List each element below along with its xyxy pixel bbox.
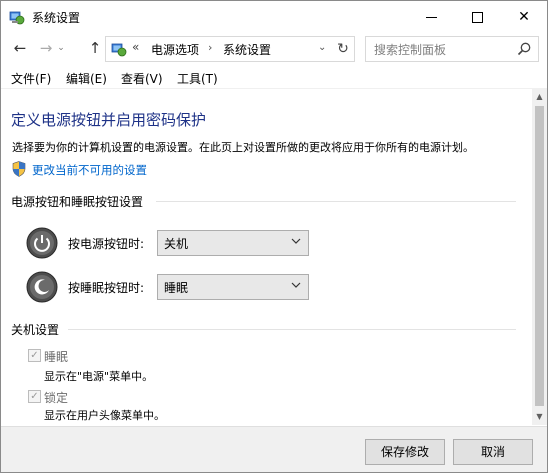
cancel-button[interactable]: 取消 (453, 439, 533, 465)
power-button-label: 按电源按钮时: (68, 237, 145, 251)
recent-locations-button[interactable]: ⌄ (54, 39, 68, 57)
up-button[interactable]: ↑ (85, 39, 105, 57)
section-divider (156, 201, 516, 202)
address-dropdown-icon[interactable]: ⌄ (318, 42, 326, 53)
minimize-button[interactable] (409, 1, 455, 33)
shutdown-section-header: 关机设置 (11, 323, 60, 337)
window-title: 系统设置 (32, 11, 81, 25)
page-description: 选择要为你的计算机设置的电源设置。在此页上对设置所做的更改将应用于你所有的电源计… (12, 141, 474, 154)
close-button[interactable]: ✕ (501, 1, 547, 33)
shield-icon (12, 161, 26, 177)
section-divider (68, 329, 516, 330)
sleep-option-description: 显示在"电源"菜单中。 (44, 370, 154, 383)
sleep-checkbox[interactable]: ✓ (28, 349, 41, 362)
chevron-down-icon (291, 282, 301, 288)
power-button-action-select[interactable]: 关机 (157, 230, 309, 256)
menu-edit[interactable]: 编辑(E) (66, 70, 107, 87)
minimize-icon (426, 17, 437, 18)
lock-option-label: 锁定 (44, 391, 69, 405)
maximize-button[interactable] (455, 1, 501, 33)
power-section-header: 电源按钮和睡眠按钮设置 (11, 195, 144, 209)
sleep-button-label: 按睡眠按钮时: (68, 281, 145, 295)
forward-button[interactable]: → (36, 39, 56, 57)
breadcrumb-overflow[interactable]: « (132, 40, 139, 54)
navigation-bar: ← → ⌄ ↑ « 电源选项 › 系统设置 ⌄ ↻ 搜索控制面板 (1, 34, 547, 62)
menu-file[interactable]: 文件(F) (11, 70, 51, 87)
refresh-icon: ↻ (337, 41, 349, 57)
menu-view[interactable]: 查看(V) (121, 70, 163, 87)
sleep-button-action-select[interactable]: 睡眠 (157, 274, 309, 300)
search-placeholder: 搜索控制面板 (374, 43, 447, 57)
lock-option-description: 显示在用户头像菜单中。 (44, 409, 165, 422)
search-input[interactable]: 搜索控制面板 (365, 36, 539, 62)
control-panel-icon (9, 11, 25, 25)
breadcrumb-power-options[interactable]: 电源选项 (151, 41, 199, 58)
scroll-down-icon[interactable]: ▼ (532, 409, 547, 425)
scroll-up-icon[interactable]: ▲ (532, 89, 547, 105)
main-content: 定义电源按钮并启用密码保护 选择要为你的计算机设置的电源设置。在此页上对设置所做… (1, 89, 531, 425)
chevron-down-icon (291, 238, 301, 244)
breadcrumb-system-settings[interactable]: 系统设置 (223, 41, 271, 58)
sleep-option-label: 睡眠 (44, 350, 69, 364)
power-button-action-value: 关机 (164, 237, 189, 251)
close-icon: ✕ (518, 9, 530, 25)
footer-bar: 保存修改 取消 (1, 426, 547, 472)
title-bar: 系统设置 ✕ (1, 1, 547, 33)
lock-checkbox[interactable]: ✓ (28, 390, 41, 403)
refresh-button[interactable]: ↻ (332, 36, 355, 62)
sleep-icon (26, 271, 58, 303)
sleep-button-action-value: 睡眠 (164, 281, 189, 295)
control-panel-icon (111, 43, 127, 57)
system-settings-window: 系统设置 ✕ ← → ⌄ ↑ « 电源选项 › 系统设置 ⌄ ↻ 搜索控制面板 … (0, 0, 548, 473)
menu-bar: 文件(F) 编辑(E) 查看(V) 工具(T) (1, 66, 547, 89)
back-button[interactable]: ← (10, 39, 30, 57)
maximize-icon (472, 12, 483, 23)
scroll-thumb[interactable] (535, 106, 544, 406)
menu-tools[interactable]: 工具(T) (177, 70, 218, 87)
search-icon (517, 42, 531, 56)
breadcrumb-arrow[interactable]: › (208, 41, 212, 54)
power-icon (26, 227, 58, 259)
save-changes-button[interactable]: 保存修改 (365, 439, 445, 465)
change-link-text[interactable]: 更改当前不可用的设置 (32, 162, 147, 178)
page-title: 定义电源按钮并启用密码保护 (11, 111, 207, 129)
vertical-scrollbar[interactable]: ▲ ▼ (532, 89, 547, 425)
address-bar[interactable]: « 电源选项 › 系统设置 ⌄ (105, 36, 333, 62)
